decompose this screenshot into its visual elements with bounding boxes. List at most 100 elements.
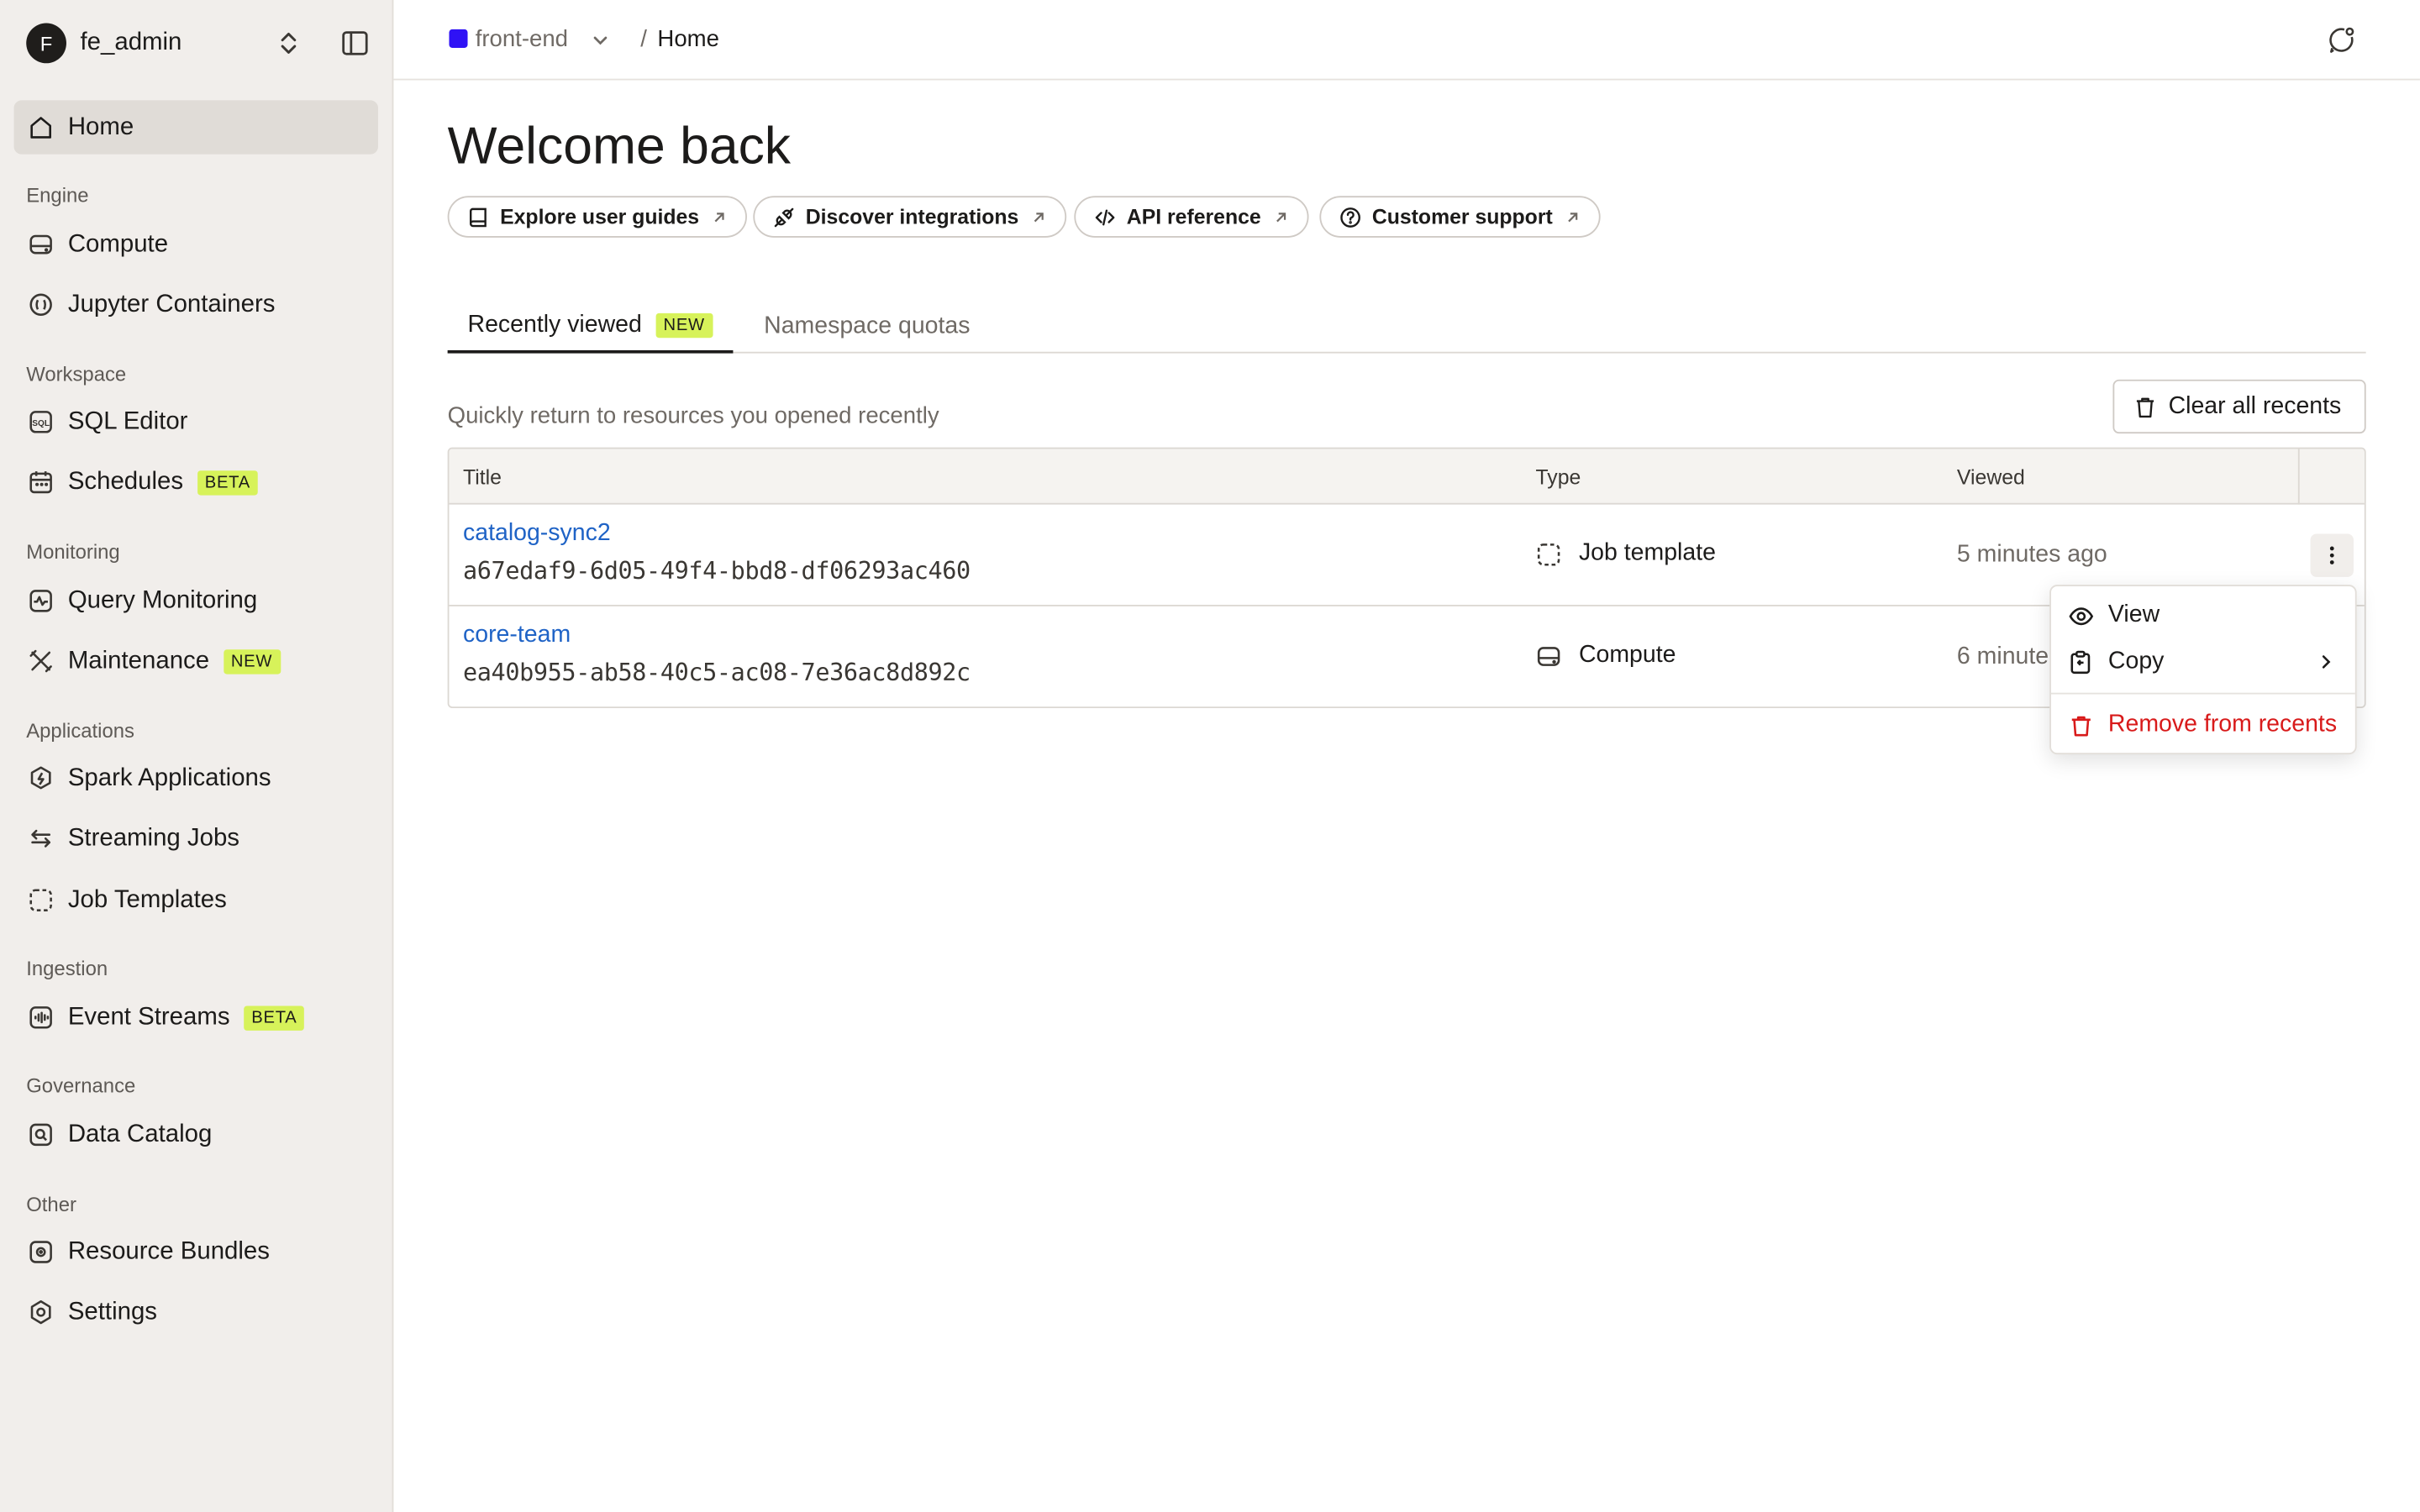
resource-type: Compute bbox=[1536, 642, 1676, 669]
link-label: Customer support bbox=[1371, 205, 1553, 228]
menu-item-label: Copy bbox=[2107, 648, 2165, 675]
breadcrumb-separator: / bbox=[640, 26, 647, 53]
breadcrumb: Home bbox=[657, 26, 719, 53]
sidebar-section-engine: Engine bbox=[26, 183, 89, 207]
sidebar-item-sql-editor[interactable]: SQL SQL Editor bbox=[14, 395, 378, 449]
external-arrow-icon bbox=[1568, 212, 1578, 222]
sidebar-section-monitoring: Monitoring bbox=[26, 539, 120, 564]
sidebar-item-label: Query Monitoring bbox=[67, 586, 258, 614]
home-icon bbox=[28, 114, 54, 140]
column-header-type: Type bbox=[1535, 465, 1581, 490]
chevron-down-icon bbox=[593, 36, 608, 45]
new-badge: NEW bbox=[223, 648, 281, 674]
sidebar-item-label: SQL Editor bbox=[67, 407, 188, 435]
plug-icon bbox=[774, 207, 794, 227]
top-bar: front-end / Home bbox=[393, 0, 2420, 81]
tab-bar: Recently viewed NEW Namespace quotas bbox=[447, 301, 2366, 354]
sidebar-item-jupyter-containers[interactable]: Jupyter Containers bbox=[14, 278, 378, 332]
resource-title-link[interactable]: catalog-sync2 bbox=[463, 520, 611, 548]
button-label: Clear all recents bbox=[2168, 392, 2342, 419]
dashed-square-icon bbox=[28, 887, 54, 913]
resource-title-link[interactable]: core-team bbox=[463, 622, 571, 649]
avatar: F bbox=[26, 23, 66, 64]
resource-type: Job template bbox=[1536, 540, 1716, 568]
sidebar-item-streaming-jobs[interactable]: Streaming Jobs bbox=[14, 811, 378, 865]
sidebar-item-label: Home bbox=[67, 113, 134, 140]
sidebar-section-governance: Governance bbox=[26, 1074, 136, 1097]
namespace-name: front-end bbox=[475, 26, 568, 53]
tools-icon bbox=[28, 648, 54, 674]
chevron-right-icon bbox=[2322, 655, 2331, 669]
menu-item-copy[interactable]: Copy bbox=[2068, 640, 2343, 683]
external-arrow-icon bbox=[1034, 212, 1044, 222]
sidebar-item-label: Spark Applications bbox=[67, 764, 271, 791]
sidebar-item-label: Schedules bbox=[67, 468, 184, 495]
external-arrow-icon bbox=[1276, 212, 1286, 222]
sidebar-item-label: Settings bbox=[67, 1298, 157, 1325]
tab-namespace-quotas[interactable]: Namespace quotas bbox=[764, 301, 970, 353]
sql-icon: SQL bbox=[28, 409, 54, 435]
chat-notification-icon[interactable] bbox=[2328, 26, 2355, 54]
menu-item-view[interactable]: View bbox=[2068, 594, 2343, 637]
column-divider bbox=[2297, 449, 2300, 505]
dashed-square-icon bbox=[1537, 543, 1560, 565]
sidebar-item-maintenance[interactable]: Maintenance NEW bbox=[14, 634, 378, 688]
beta-badge: BETA bbox=[244, 1005, 305, 1030]
help-circle-icon bbox=[1340, 207, 1360, 227]
eye-icon bbox=[2069, 606, 2094, 625]
sidebar-item-job-templates[interactable]: Job Templates bbox=[14, 874, 378, 927]
customer-support-link[interactable]: Customer support bbox=[1319, 196, 1601, 238]
sidebar-section-applications: Applications bbox=[26, 718, 134, 743]
explore-user-guides-link[interactable]: Explore user guides bbox=[447, 196, 748, 238]
sidebar-item-settings[interactable]: Settings bbox=[14, 1285, 378, 1339]
pulse-icon bbox=[28, 588, 54, 614]
sidebar-section-workspace: Workspace bbox=[26, 362, 127, 386]
sidebar-item-schedules[interactable]: Schedules BETA bbox=[14, 455, 378, 509]
discover-integrations-link[interactable]: Discover integrations bbox=[753, 196, 1067, 238]
type-label: Job template bbox=[1578, 539, 1716, 567]
link-label: API reference bbox=[1126, 205, 1261, 228]
drive-icon bbox=[28, 232, 54, 258]
trash-icon bbox=[2136, 396, 2154, 417]
sidebar-item-resource-bundles[interactable]: Resource Bundles bbox=[14, 1225, 378, 1278]
arrows-icon bbox=[28, 826, 54, 852]
row-actions-button[interactable] bbox=[2310, 533, 2354, 577]
link-label: Discover integrations bbox=[805, 205, 1019, 228]
sidebar-item-label: Data Catalog bbox=[67, 1121, 213, 1147]
link-label: Explore user guides bbox=[500, 205, 700, 228]
sidebar-item-event-streams[interactable]: Event Streams BETA bbox=[14, 990, 378, 1044]
jupyter-icon bbox=[28, 291, 54, 318]
menu-item-remove-from-recents[interactable]: Remove from recents bbox=[2068, 704, 2343, 747]
clipboard-copy-icon bbox=[2070, 649, 2091, 674]
sidebar-item-data-catalog[interactable]: Data Catalog bbox=[14, 1108, 378, 1162]
menu-item-label: Remove from recents bbox=[2107, 711, 2338, 738]
tab-recently-viewed[interactable]: Recently viewed NEW bbox=[447, 301, 733, 354]
column-header-title: Title bbox=[463, 465, 502, 490]
sidebar-item-compute[interactable]: Compute bbox=[14, 218, 378, 271]
workspace-name: fe_admin bbox=[80, 29, 182, 56]
workspace-switcher[interactable]: F fe_admin bbox=[26, 23, 378, 66]
sidebar-item-label: Streaming Jobs bbox=[67, 824, 240, 851]
namespace-color-swatch bbox=[449, 29, 468, 48]
beta-badge: BETA bbox=[197, 470, 259, 495]
section-description: Quickly return to resources you opened r… bbox=[447, 402, 939, 429]
gear-icon bbox=[28, 1299, 54, 1326]
clear-all-recents-button[interactable]: Clear all recents bbox=[2112, 379, 2366, 434]
sidebar-item-home[interactable]: Home bbox=[13, 100, 378, 155]
sidebar-item-label: Jupyter Containers bbox=[67, 291, 276, 318]
svg-text:SQL: SQL bbox=[32, 419, 50, 428]
new-badge: NEW bbox=[655, 312, 713, 339]
sidebar-item-label: Compute bbox=[67, 230, 169, 257]
external-arrow-icon bbox=[714, 212, 724, 222]
table-header: Title Type Viewed bbox=[449, 449, 2365, 505]
page-title: Welcome back bbox=[447, 117, 792, 176]
resource-id: a67edaf9-6d05-49f4-bbd8-df06293ac460 bbox=[463, 557, 971, 585]
viewed-time: 6 minute bbox=[1956, 643, 2049, 670]
sidebar-toggle-icon[interactable] bbox=[341, 29, 369, 57]
sidebar-item-query-monitoring[interactable]: Query Monitoring bbox=[14, 574, 378, 627]
drive-icon bbox=[1537, 646, 1560, 665]
tab-label: Recently viewed bbox=[467, 312, 642, 339]
sidebar: F fe_admin Home Engine Compute Jupyter C… bbox=[0, 0, 394, 1512]
sidebar-item-spark-applications[interactable]: Spark Applications bbox=[14, 751, 378, 805]
api-reference-link[interactable]: API reference bbox=[1074, 196, 1309, 238]
